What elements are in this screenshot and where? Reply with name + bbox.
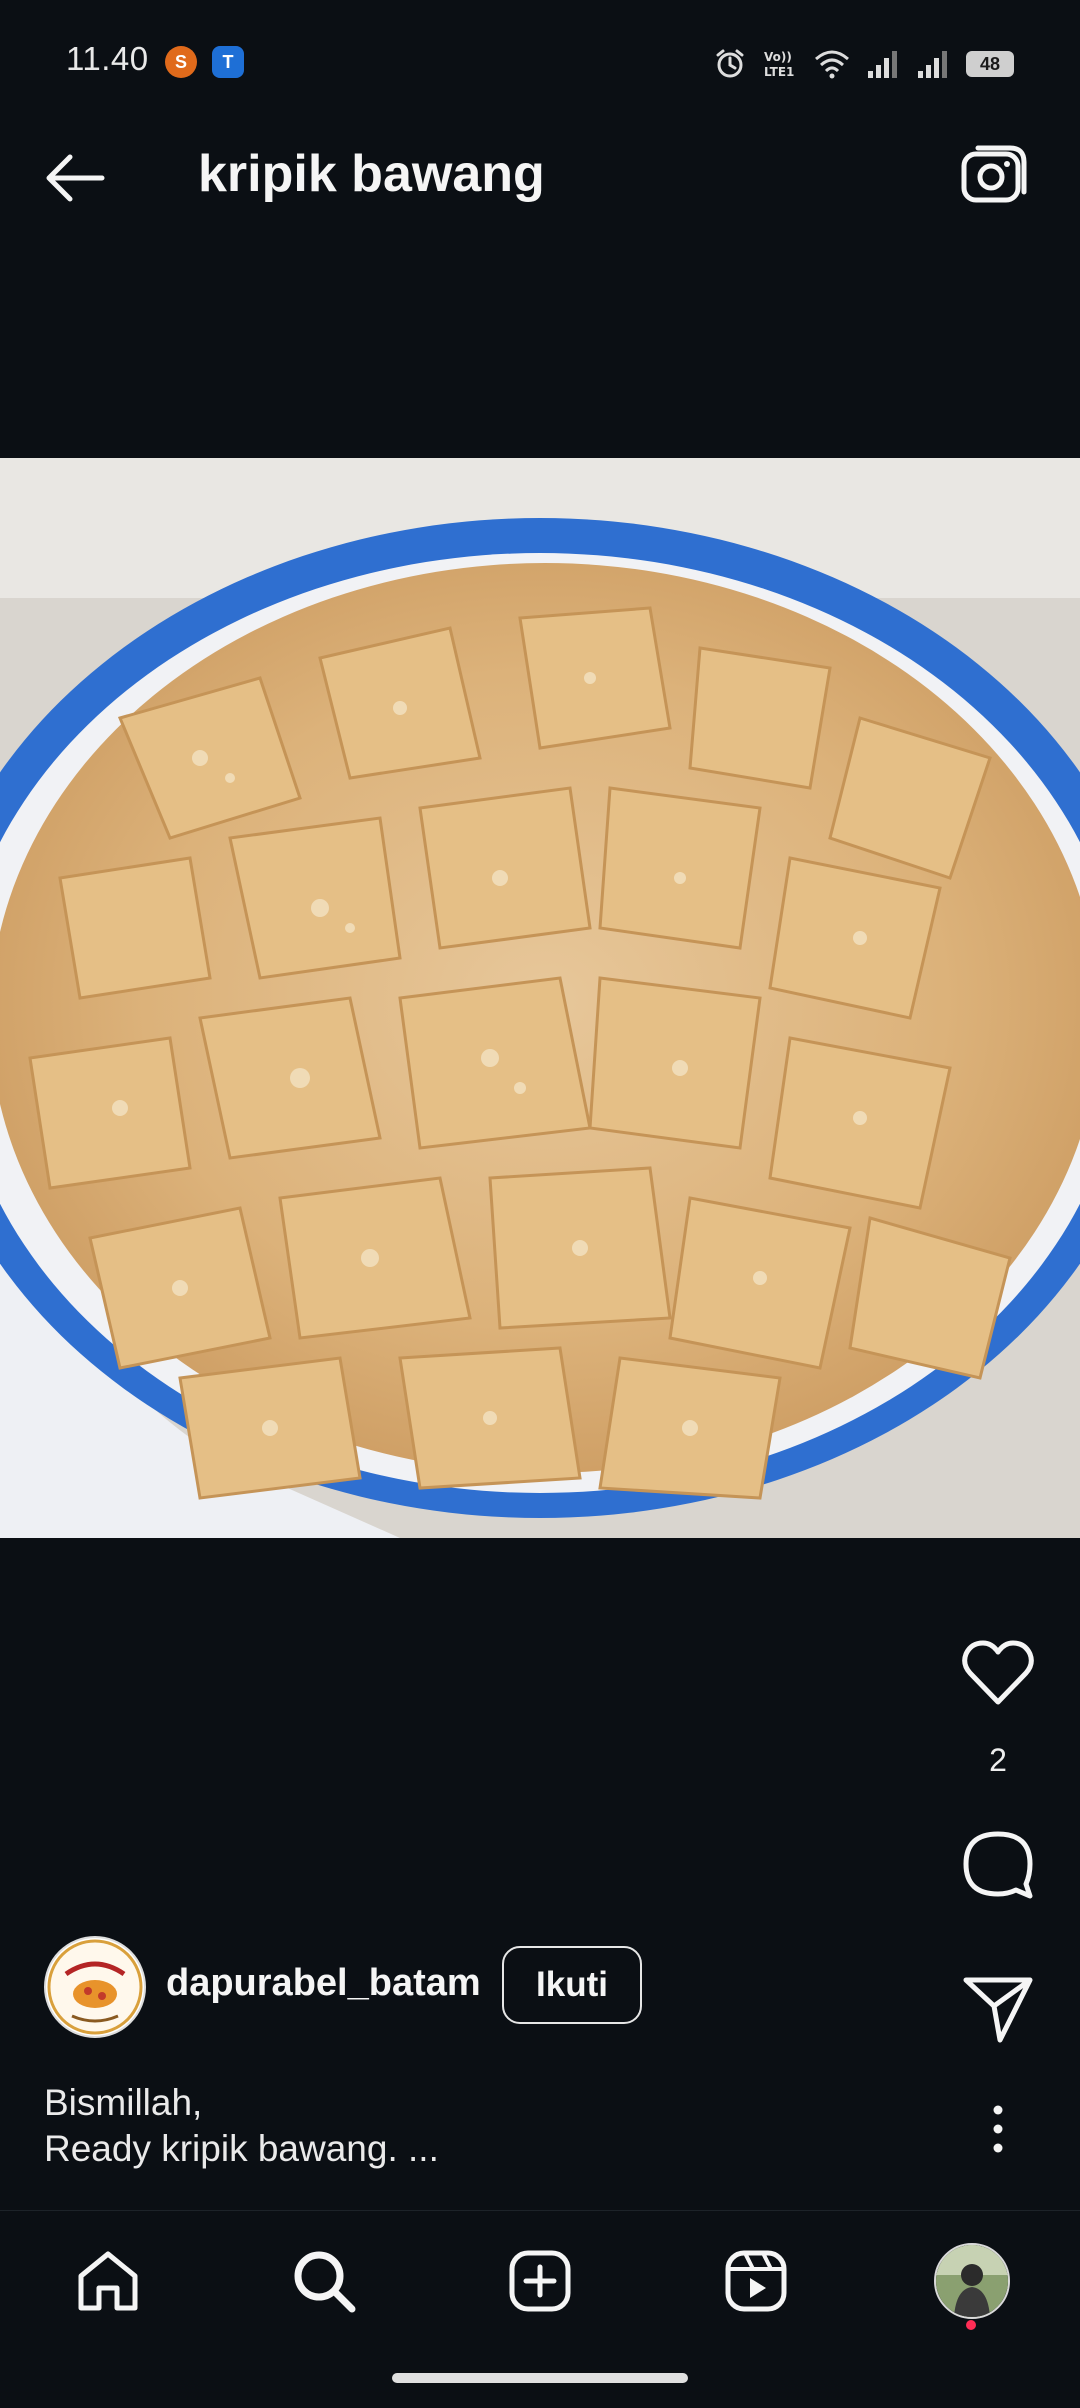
caption-line-2: Ready kripik bawang. ... bbox=[44, 2128, 439, 2169]
nav-create[interactable] bbox=[500, 2241, 580, 2321]
notification-dot bbox=[966, 2320, 976, 2330]
share-button[interactable] bbox=[960, 1970, 1036, 2046]
home-icon bbox=[78, 2251, 138, 2311]
post-photo[interactable] bbox=[0, 458, 1080, 1538]
volte-icon: Vo)) LTE1 bbox=[764, 50, 794, 79]
profile-avatar bbox=[934, 2243, 1010, 2319]
dapur-abel-logo bbox=[47, 1939, 143, 2035]
nav-search[interactable] bbox=[284, 2241, 364, 2321]
shopee-app-icon: S bbox=[165, 46, 197, 78]
send-icon bbox=[963, 1977, 1033, 2043]
nav-profile[interactable] bbox=[932, 2241, 1012, 2321]
post-detail-screen: 11.40 S T Vo)) LTE1 48 kripik bawang 2 d… bbox=[0, 0, 1080, 2408]
profile-photo bbox=[936, 2245, 1008, 2317]
camera-icon bbox=[961, 145, 1027, 203]
page-title: kripik bawang bbox=[198, 145, 545, 203]
more-vertical-icon bbox=[993, 2105, 1003, 2153]
comment-button[interactable] bbox=[960, 1826, 1036, 1902]
status-icons: Vo)) LTE1 48 bbox=[714, 44, 1014, 84]
more-options-button[interactable] bbox=[980, 2104, 1016, 2154]
status-bar: 11.40 S T Vo)) LTE1 48 bbox=[0, 0, 1080, 100]
svg-text:LTE1: LTE1 bbox=[764, 65, 794, 79]
add-icon bbox=[509, 2250, 571, 2312]
reels-icon bbox=[725, 2250, 787, 2312]
caption-line-1: Bismillah, bbox=[44, 2082, 203, 2123]
like-count[interactable]: 2 bbox=[960, 1742, 1036, 1779]
bottom-navigation bbox=[0, 2210, 1080, 2351]
chips-photo bbox=[0, 458, 1080, 1538]
camera-button[interactable] bbox=[958, 144, 1030, 210]
alarm-icon bbox=[716, 49, 744, 78]
author-username[interactable]: dapurabel_batam bbox=[166, 1962, 481, 2005]
follow-button[interactable]: Ikuti bbox=[502, 1946, 642, 2024]
signal-icon-2 bbox=[918, 51, 947, 78]
like-button[interactable] bbox=[960, 1636, 1036, 1712]
top-app-bar: kripik bawang bbox=[0, 120, 1080, 230]
author-avatar[interactable] bbox=[44, 1936, 146, 2038]
nav-home[interactable] bbox=[68, 2241, 148, 2321]
t-app-icon: T bbox=[212, 46, 244, 78]
back-button[interactable] bbox=[40, 148, 112, 208]
nav-reels[interactable] bbox=[716, 2241, 796, 2321]
wifi-icon bbox=[815, 50, 849, 79]
svg-text:Vo)): Vo)) bbox=[764, 50, 792, 64]
heart-icon bbox=[962, 1640, 1034, 1705]
status-time: 11.40 bbox=[66, 40, 149, 77]
home-indicator[interactable] bbox=[392, 2373, 688, 2383]
battery-indicator: 48 bbox=[966, 51, 1014, 77]
comment-icon bbox=[963, 1831, 1033, 1899]
signal-icon-1 bbox=[868, 51, 897, 78]
search-icon bbox=[294, 2251, 356, 2313]
post-caption[interactable]: Bismillah, Ready kripik bawang. ... bbox=[44, 2080, 439, 2172]
arrow-left-icon bbox=[46, 154, 105, 202]
